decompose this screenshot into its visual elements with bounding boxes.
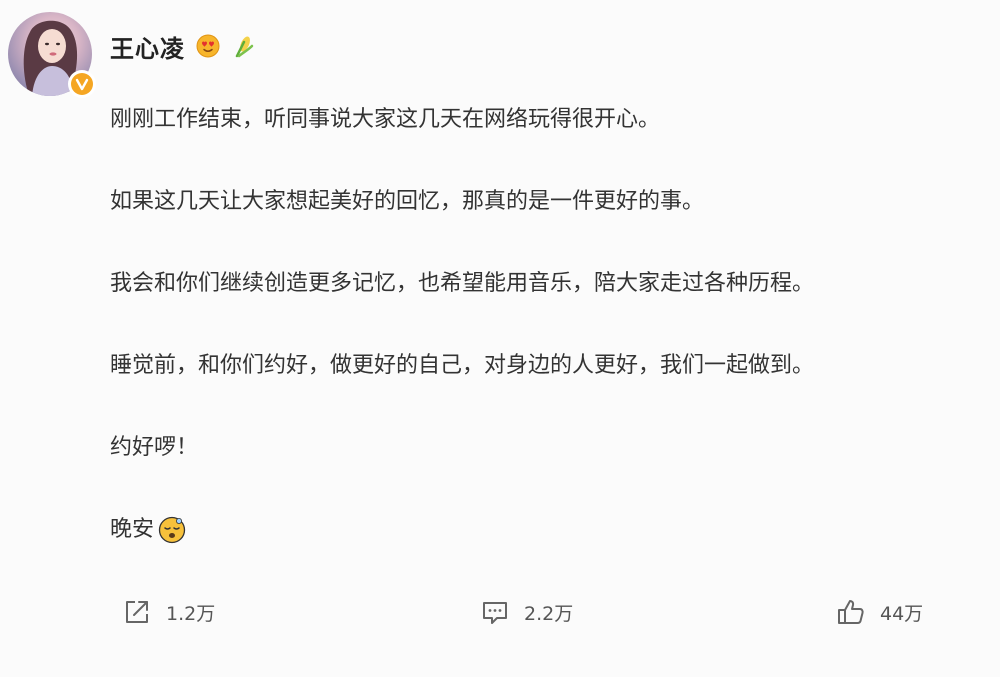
thumbs-up-icon [836, 597, 866, 627]
post-paragraph: 我会和你们继续创造更多记忆，也希望能用音乐，陪大家走过各种历程。 [110, 271, 815, 296]
avatar-container[interactable] [8, 12, 96, 98]
share-count: 1.2万 [166, 602, 216, 625]
verified-v-icon [71, 73, 93, 95]
username[interactable]: 王心凌 [110, 29, 185, 64]
closing-text: 晚安 [110, 517, 155, 542]
like-count: 44万 [880, 602, 924, 625]
weibo-post: 王心凌 刚刚工作结束，听同事说大家这几天在网络玩得很开心。 如果这几天让大家想起… [0, 0, 1000, 677]
like-button[interactable]: 44万 [836, 592, 923, 632]
comment-icon [480, 597, 510, 627]
sleeping-face-emoji-icon [158, 516, 186, 544]
post-paragraph: 睡觉前，和你们约好，做更好的自己，对身边的人更好，我们一起做到。 [110, 353, 815, 378]
username-row: 王心凌 [110, 28, 257, 64]
post-actions: 1.2万 2.2万 44万 [0, 592, 1000, 632]
post-closing: 晚安 [110, 514, 980, 546]
verified-badge [68, 70, 96, 98]
heart-eyes-emoji-icon [195, 33, 221, 59]
comment-button[interactable]: 2.2万 [480, 592, 573, 632]
post-paragraph: 如果这几天让大家想起美好的回忆，那真的是一件更好的事。 [110, 189, 705, 214]
comment-count: 2.2万 [524, 602, 574, 625]
post-content: 刚刚工作结束，听同事说大家这几天在网络玩得很开心。 如果这几天让大家想起美好的回… [110, 104, 980, 596]
share-button[interactable]: 1.2万 [122, 592, 215, 632]
corn-emoji-icon [231, 33, 257, 59]
post-paragraph: 约好啰！ [110, 435, 199, 460]
share-icon [122, 597, 152, 627]
post-paragraph: 刚刚工作结束，听同事说大家这几天在网络玩得很开心。 [110, 107, 661, 132]
